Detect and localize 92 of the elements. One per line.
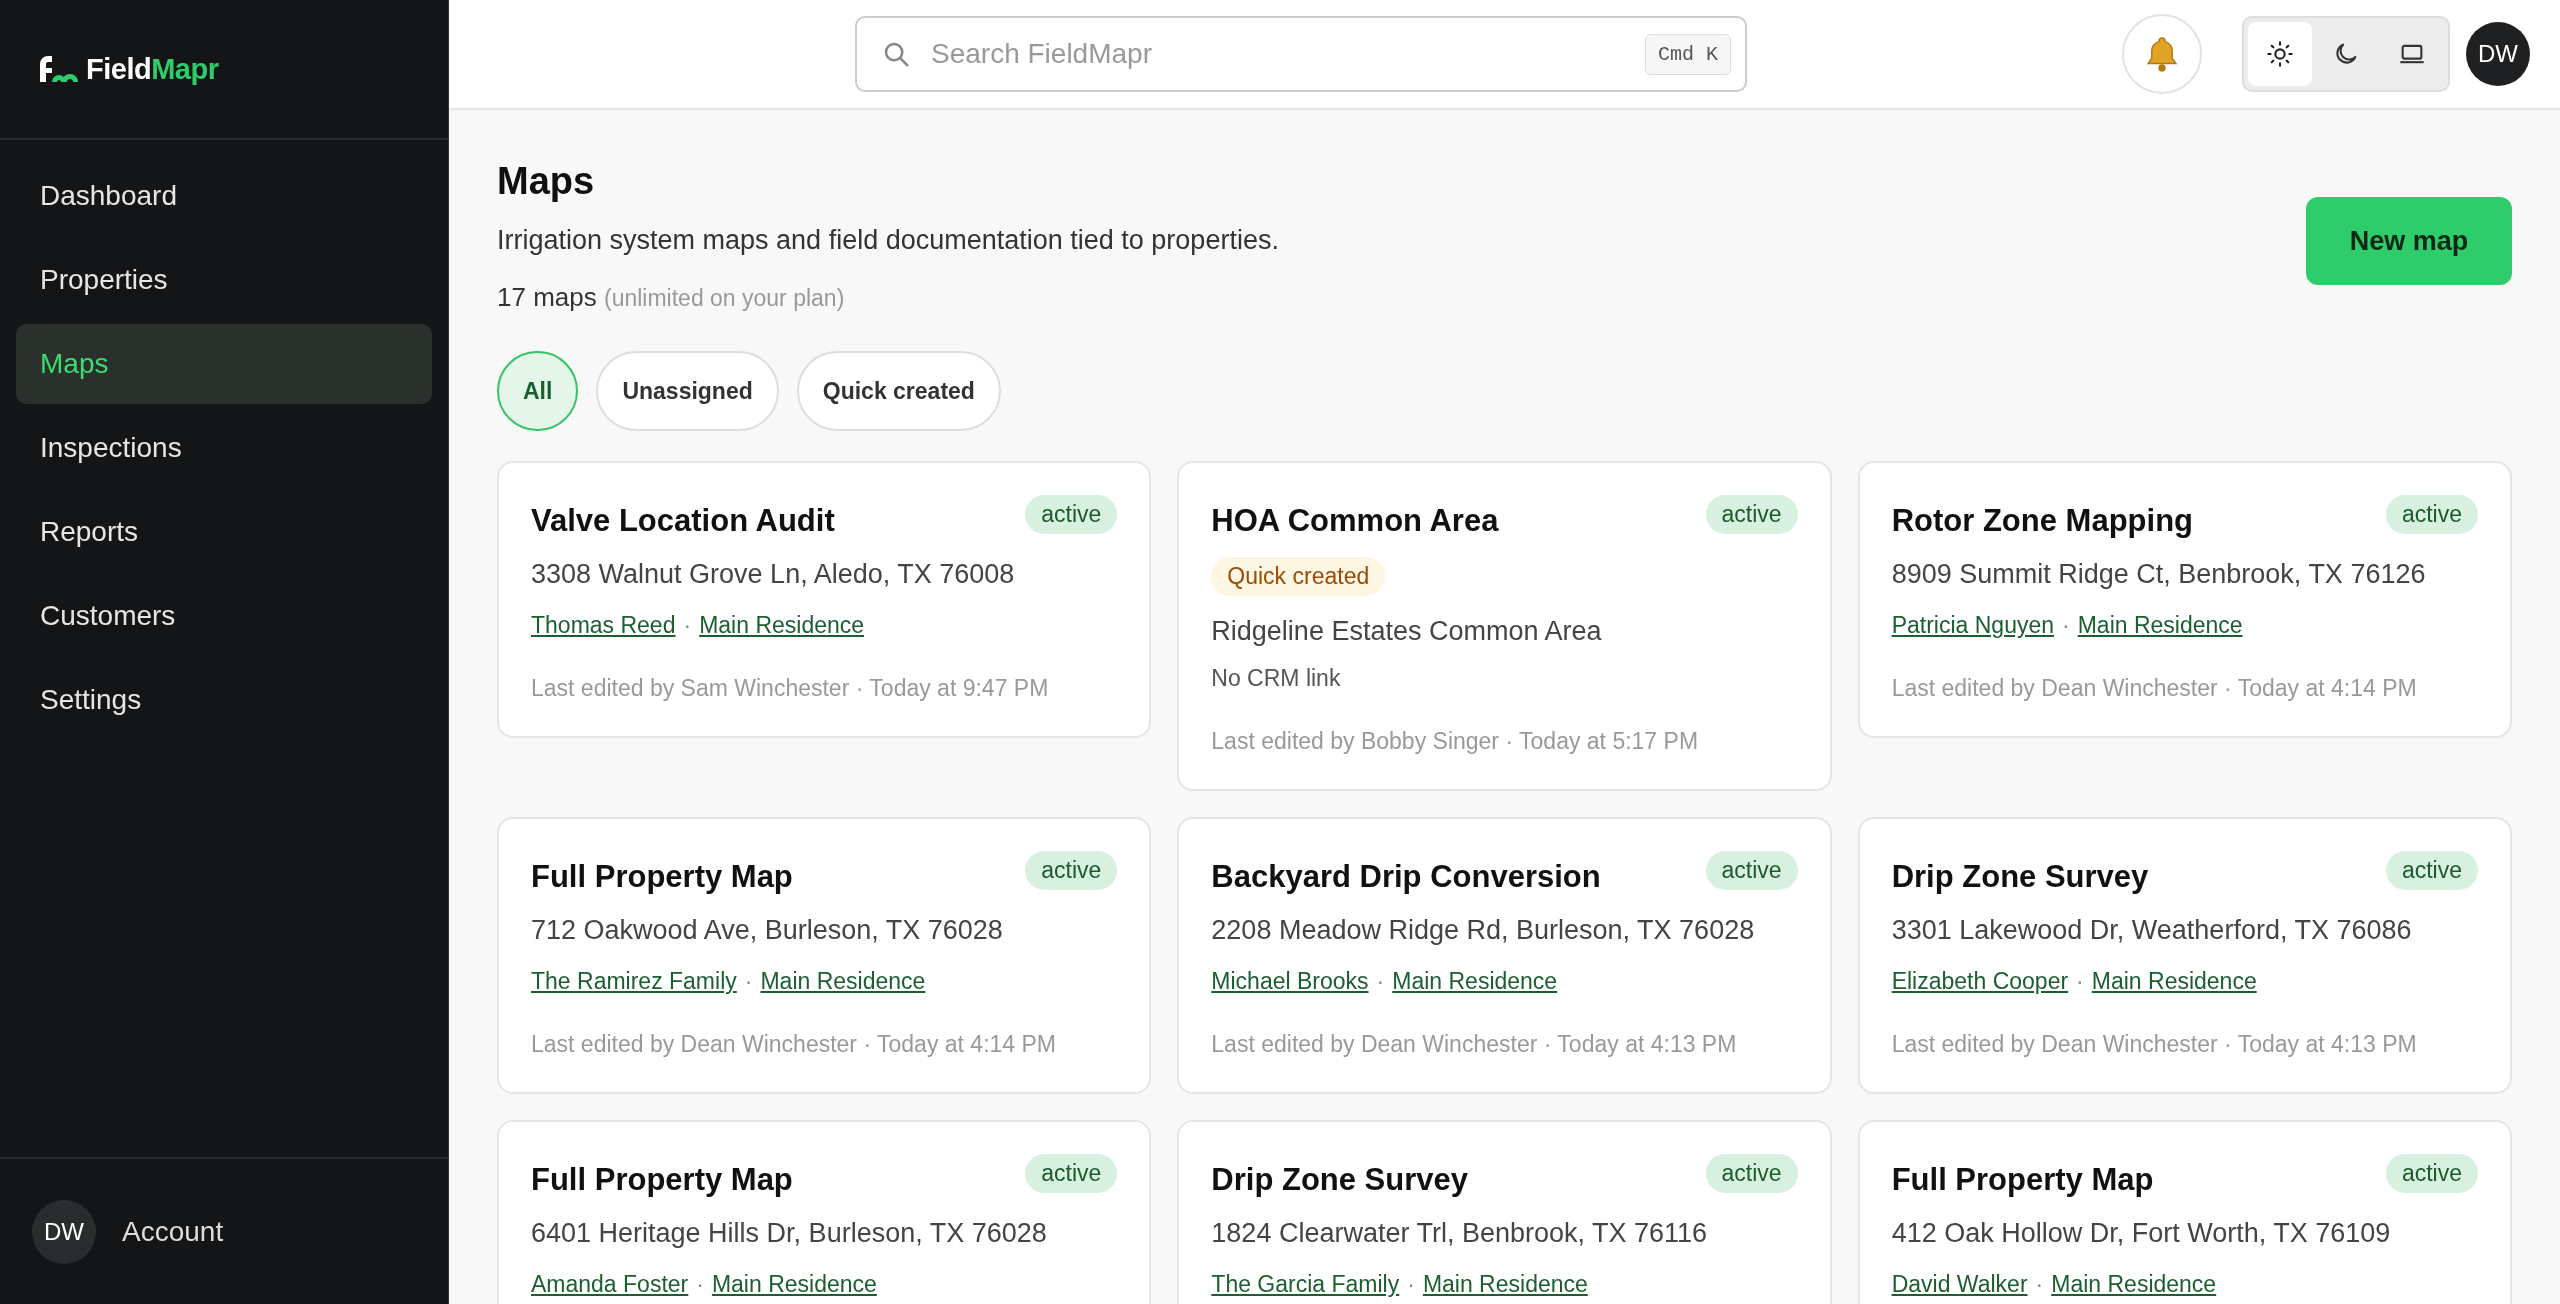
map-card[interactable]: HOA Common Area active Quick created Ridgeline Estates Common Area No CRM link Last edited by Bobby Singer · Today at 5:17 PM — [1177, 461, 1832, 791]
page-subtitle: Irrigation system maps and field documentation tied to properties. — [497, 225, 1279, 256]
separator-dot: · — [2035, 1271, 2044, 1298]
map-card[interactable]: Backyard Drip Conversion active 2208 Meadow Ridge Rd, Burleson, TX 76028 Michael Brooks · Main Residence Last edited by Dean Winchester · Today at 4:13 PM — [1177, 817, 1832, 1094]
status-badge: active — [1025, 495, 1118, 534]
nav-item[interactable]: Reports — [16, 492, 432, 572]
map-card[interactable]: Drip Zone Survey active 1824 Clearwater Trl, Benbrook, TX 76116 The Garcia Family · Main Residence — [1177, 1120, 1832, 1304]
nav-item[interactable]: Customers — [16, 576, 432, 656]
separator-dot: · — [2076, 968, 2084, 995]
map-location: 3301 Lakewood Dr, Weatherford, TX 76086 — [1891, 915, 2413, 946]
map-location: 2208 Meadow Ridge Rd, Burleson, TX 76028 — [1211, 915, 1756, 946]
map-title: Full Property Map — [531, 859, 793, 895]
map-title: Full Property Map — [531, 1162, 793, 1198]
map-card[interactable]: Full Property Map active 6401 Heritage Hills Dr, Burleson, TX 76028 Amanda Foster · Main Residence — [497, 1120, 1152, 1304]
last-edited: Last edited by Dean Winchester · Today at 4:13 PM — [1891, 1031, 2418, 1058]
crm-link[interactable]: Patricia Nguyen — [1891, 612, 2054, 639]
map-title: Backyard Drip Conversion — [1211, 859, 1601, 895]
separator-dot: · — [1407, 1271, 1415, 1298]
map-location: 712 Oakwood Ave, Burleson, TX 76028 — [531, 915, 1004, 946]
map-location: 412 Oak Hollow Dr, Fort Worth, TX 76109 — [1891, 1218, 2392, 1249]
map-location: 8909 Summit Ridge Ct, Benbrook, TX 76126 — [1891, 559, 2427, 590]
crm-link[interactable]: Thomas Reed — [531, 612, 676, 639]
map-card[interactable]: Valve Location Audit active 3308 Walnut Grove Ln, Aledo, TX 76008 Thomas Reed · Main Residence Last edited by Sam Winchester · Today at 9:47 PM — [497, 461, 1152, 738]
brand-logo: FieldMapr — [86, 52, 219, 86]
last-edited: Last edited by Dean Winchester · Today at 4:14 PM — [1891, 675, 2418, 702]
status-badge: active — [1705, 851, 1798, 890]
status-badge: active — [1705, 495, 1798, 534]
last-edited: Last edited by Dean Winchester · Today at 4:14 PM — [531, 1031, 1058, 1058]
nav-item[interactable]: Settings — [16, 660, 432, 740]
crm-link[interactable]: Main Residence — [711, 1271, 877, 1298]
bell-icon — [2144, 35, 2180, 73]
map-title: Valve Location Audit — [531, 503, 835, 539]
account-link[interactable]: Account — [122, 1215, 224, 1248]
map-location: 3308 Walnut Grove Ln, Aledo, TX 76008 — [531, 559, 1016, 590]
account-avatar[interactable]: DW — [32, 1199, 96, 1264]
nav-item[interactable]: Properties — [16, 240, 432, 320]
crm-link[interactable]: The Ramirez Family — [531, 968, 737, 995]
filter-chip[interactable]: Unassigned — [596, 351, 779, 431]
status-badge: active — [1705, 1154, 1798, 1193]
user-avatar[interactable]: DW — [2466, 22, 2530, 86]
map-title: Drip Zone Survey — [1891, 859, 2149, 895]
status-badge: active — [1025, 851, 1118, 890]
theme-option[interactable] — [2248, 22, 2312, 86]
map-card[interactable]: Drip Zone Survey active 3301 Lakewood Dr, Weatherford, TX 76086 Elizabeth Cooper · Main Residence Last edited by Dean Winchester · Today at 4:13 PM — [1857, 817, 2512, 1094]
status-badge: active — [2385, 495, 2478, 534]
last-edited: Last edited by Dean Winchester · Today at 4:13 PM — [1211, 1031, 1738, 1058]
sun-icon — [2266, 40, 2294, 68]
nav-item[interactable]: Inspections — [16, 408, 432, 488]
shortcut-hint: Cmd K — [1645, 33, 1731, 75]
filter-chip[interactable]: Quick created — [796, 351, 1001, 431]
crm-link[interactable]: David Walker — [1891, 1271, 2028, 1298]
crm-link[interactable]: Elizabeth Cooper — [1891, 968, 2069, 995]
crm-link[interactable]: The Garcia Family — [1211, 1271, 1400, 1298]
crm-link[interactable]: Main Residence — [1422, 1271, 1588, 1298]
last-edited: Last edited by Sam Winchester · Today at 9:47 PM — [531, 675, 1050, 702]
crm-link[interactable]: Main Residence — [760, 968, 926, 995]
separator-dot: · — [683, 612, 692, 639]
map-title: Rotor Zone Mapping — [1891, 503, 2193, 539]
status-badge: active — [1025, 1154, 1118, 1193]
page-title: Maps — [497, 160, 596, 203]
status-badge: active — [2385, 1154, 2478, 1193]
map-card[interactable]: Full Property Map active 712 Oakwood Ave, Burleson, TX 76028 The Ramirez Family · Main Residence Last edited by Dean Winchester · Today at 4:14 PM — [497, 817, 1152, 1094]
crm-link[interactable]: Main Residence — [699, 612, 865, 639]
new-map-button[interactable]: New map — [2306, 197, 2512, 285]
map-title: Full Property Map — [1891, 1162, 2154, 1198]
map-card[interactable]: Full Property Map active 412 Oak Hollow Dr, Fort Worth, TX 76109 David Walker · Main Residence — [1857, 1120, 2512, 1304]
filter-chip[interactable]: All — [497, 351, 579, 431]
map-title: Drip Zone Survey — [1211, 1162, 1468, 1198]
map-card[interactable]: Rotor Zone Mapping active 8909 Summit Ridge Ct, Benbrook, TX 76126 Patricia Nguyen · Main Residence Last edited by Dean Winchester · Today at 4:14 PM — [1857, 461, 2512, 738]
separator-dot: · — [744, 968, 753, 995]
crm-link[interactable]: Main Residence — [2091, 968, 2257, 995]
crm-link[interactable]: Main Residence — [1392, 968, 1558, 995]
last-edited: Last edited by Bobby Singer · Today at 5:17 PM — [1211, 728, 1700, 755]
map-title: HOA Common Area — [1211, 503, 1499, 539]
crm-note: No CRM link — [1211, 665, 1342, 692]
nav-item[interactable]: Dashboard — [16, 156, 432, 236]
map-location: 1824 Clearwater Trl, Benbrook, TX 76116 — [1211, 1218, 1709, 1249]
crm-link[interactable]: Main Residence — [2077, 612, 2243, 639]
search-field[interactable]: Search FieldMapr Cmd K — [855, 16, 1747, 92]
crm-link[interactable]: Main Residence — [2051, 1271, 2217, 1298]
nav-item[interactable]: Maps — [16, 324, 432, 404]
crm-link[interactable]: Amanda Foster — [531, 1271, 689, 1298]
separator-dot: · — [2062, 612, 2070, 639]
map-count: 17 maps (unlimited on your plan) — [497, 282, 846, 313]
map-location: 6401 Heritage Hills Dr, Burleson, TX 76028 — [531, 1218, 1048, 1249]
map-location: Ridgeline Estates Common Area — [1211, 616, 1603, 647]
separator-dot: · — [696, 1271, 704, 1298]
status-badge: active — [2385, 851, 2478, 890]
crm-link[interactable]: Michael Brooks — [1211, 968, 1369, 995]
search-input[interactable]: Search FieldMapr — [929, 37, 1627, 71]
quick-created-tag: Quick created — [1211, 557, 1386, 596]
separator-dot: · — [1376, 968, 1385, 995]
